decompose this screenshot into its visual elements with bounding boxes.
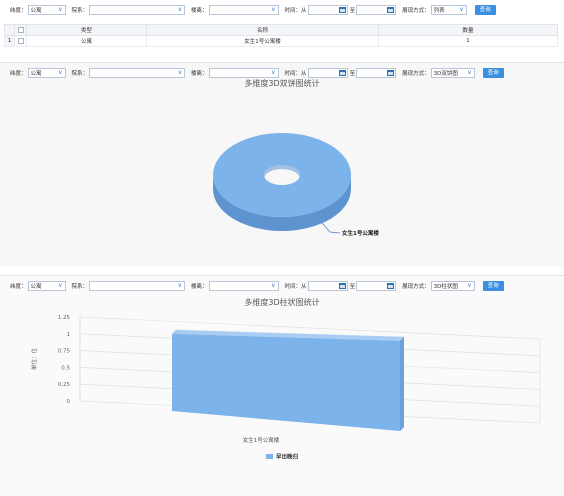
chevron-down-icon: ∨: [459, 6, 464, 13]
college-label: 院系：: [71, 284, 89, 290]
end-date-input[interactable]: [356, 281, 397, 291]
donut-chart-panel: 纬度： 公寓 ∨ 院系： ∨ 楼离： ∨ 时间：从 至 展现方式： 3D双饼图 ∨ …: [0, 62, 564, 266]
calendar-icon[interactable]: [338, 7, 346, 13]
table-row[interactable]: 1 公寓 女生1号公寓楼 1: [4, 35, 558, 47]
y-tick-label: 1: [67, 332, 71, 338]
column-header-count[interactable]: 数量: [378, 24, 558, 36]
dimension-select[interactable]: 公寓 ∨: [27, 68, 66, 78]
query-button[interactable]: 查询: [474, 5, 496, 15]
chevron-down-icon: ∨: [58, 282, 63, 289]
calendar-icon[interactable]: [338, 70, 346, 76]
x-tick-label: 女生1号公寓楼: [243, 436, 280, 444]
chevron-down-icon: ∨: [467, 69, 472, 76]
view-mode-select[interactable]: 3D双饼图 ∨: [430, 68, 475, 78]
start-date-input[interactable]: [307, 68, 348, 78]
y-tick-label: 1.25: [58, 315, 71, 321]
row-number: 1: [4, 35, 15, 47]
time-to-label: 至: [349, 284, 356, 290]
calendar-icon[interactable]: [387, 283, 395, 289]
filter-bar: 纬度： 公寓 ∨ 院系： ∨ 楼离： ∨ 时间：从 至 展现方式： 列表 ∨ 查询: [0, 0, 564, 20]
calendar-icon[interactable]: [338, 283, 346, 289]
row-number-header: [4, 24, 15, 36]
filter-bar: 纬度： 公寓 ∨ 院系： ∨ 楼离： ∨ 时间：从 至 展现方式： 3D柱状图 ∨ …: [0, 276, 564, 296]
end-date-input[interactable]: [356, 68, 397, 78]
college-select[interactable]: ∨: [89, 5, 186, 15]
y-tick-label: 0.5: [61, 365, 70, 371]
calendar-icon[interactable]: [387, 70, 395, 76]
dimension-select[interactable]: 公寓 ∨: [27, 281, 66, 291]
legend-swatch: [266, 454, 273, 459]
chevron-down-icon: ∨: [271, 69, 276, 76]
chevron-down-icon: ∨: [271, 6, 276, 13]
chevron-down-icon: ∨: [271, 282, 276, 289]
view-mode-label: 展现方式：: [402, 8, 430, 14]
dimension-select[interactable]: 公寓 ∨: [27, 5, 66, 15]
query-button[interactable]: 查询: [482, 281, 504, 291]
column-header-name[interactable]: 名称: [146, 24, 379, 36]
checkbox[interactable]: [17, 37, 24, 44]
time-to-label: 至: [349, 71, 356, 77]
view-mode-select[interactable]: 列表 ∨: [430, 5, 467, 15]
query-button[interactable]: 查询: [482, 68, 504, 78]
chevron-down-icon: ∨: [177, 69, 183, 76]
time-from-label: 时间：从: [284, 8, 307, 14]
column-header-type[interactable]: 类型: [26, 24, 147, 36]
start-date-input[interactable]: [307, 5, 348, 15]
y-tick-label: 0.25: [58, 382, 71, 388]
building-select[interactable]: ∨: [208, 281, 279, 291]
time-from-label: 时间：从: [284, 71, 307, 77]
building-label: 楼离：: [191, 71, 208, 77]
cell-count: 1: [378, 35, 558, 47]
chevron-down-icon: ∨: [467, 282, 472, 289]
dimension-label: 纬度：: [10, 71, 27, 77]
chevron-down-icon: ∨: [177, 6, 183, 13]
donut-chart: 女生1号公寓楼: [213, 133, 379, 237]
chevron-down-icon: ∨: [177, 282, 183, 289]
legend-label: 早出晚归: [276, 453, 299, 461]
checkbox[interactable]: [17, 26, 24, 33]
bar: [172, 333, 400, 431]
donut-label-leader: [321, 222, 341, 234]
row-checkbox[interactable]: [14, 35, 27, 47]
bar-chart-panel: 纬度： 公寓 ∨ 院系： ∨ 楼离： ∨ 时间：从 至 展现方式： 3D柱状图 ∨ …: [0, 275, 564, 496]
cell-type: 公寓: [26, 35, 147, 47]
view-mode-label: 展现方式：: [402, 284, 430, 290]
donut-slice-label: 女生1号公寓楼: [342, 229, 379, 237]
y-axis-label: 单位：位: [30, 348, 38, 371]
bar-side: [400, 336, 404, 431]
college-label: 院系：: [71, 71, 89, 77]
bar-chart: 0 0.25 0.5 0.75 1 1.25 单位：位女生1号公寓楼早出晚归: [30, 315, 541, 461]
chevron-down-icon: ∨: [58, 69, 63, 76]
dimension-label: 纬度：: [10, 284, 27, 290]
view-mode-select[interactable]: 3D柱状图 ∨: [430, 281, 475, 291]
building-label: 楼离：: [191, 284, 208, 290]
college-select[interactable]: ∨: [89, 281, 186, 291]
list-panel: 纬度： 公寓 ∨ 院系： ∨ 楼离： ∨ 时间：从 至 展现方式： 列表 ∨ 查询 …: [0, 0, 564, 58]
y-tick-label: 0: [67, 399, 71, 405]
donut-slice: [213, 133, 351, 217]
college-label: 院系：: [71, 8, 89, 14]
calendar-icon[interactable]: [387, 7, 395, 13]
building-select[interactable]: ∨: [208, 68, 279, 78]
time-to-label: 至: [349, 8, 356, 14]
building-select[interactable]: ∨: [208, 5, 279, 15]
dimension-label: 纬度：: [10, 8, 27, 14]
building-label: 楼离：: [191, 8, 208, 14]
start-date-input[interactable]: [307, 281, 348, 291]
time-from-label: 时间：从: [284, 284, 307, 290]
college-select[interactable]: ∨: [89, 68, 186, 78]
end-date-input[interactable]: [356, 5, 397, 15]
y-tick-label: 0.75: [58, 349, 71, 355]
select-all-checkbox[interactable]: [14, 24, 27, 36]
view-mode-label: 展现方式：: [402, 71, 430, 77]
table-header-row: 类型 名称 数量: [4, 24, 558, 36]
result-table: 类型 名称 数量 1 公寓 女生1号公寓楼 1: [4, 24, 558, 47]
cell-name: 女生1号公寓楼: [146, 35, 379, 47]
chevron-down-icon: ∨: [58, 6, 63, 13]
